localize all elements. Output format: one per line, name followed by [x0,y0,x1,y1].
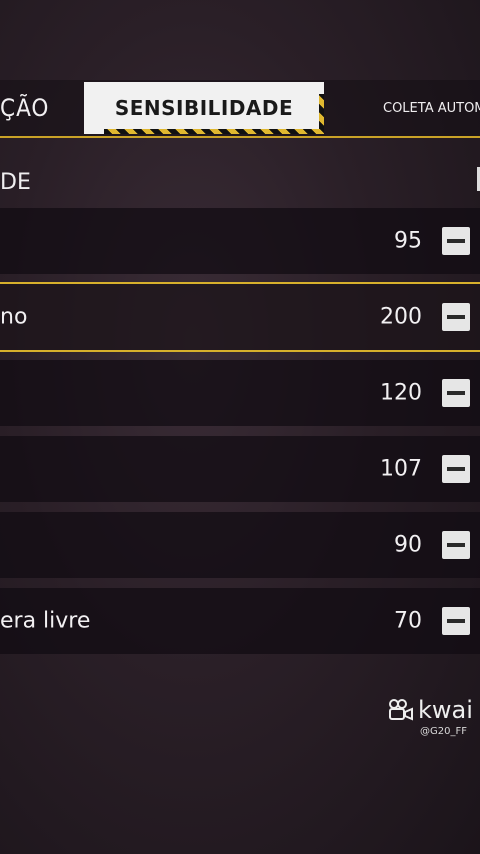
setting-row: era livre 70 [0,588,480,654]
setting-label: no [0,304,28,330]
setting-row-selected: no 200 [0,282,480,352]
minus-icon [447,467,465,471]
minus-icon [447,239,465,243]
decrease-button[interactable] [442,607,470,635]
tab-sensibilidade-label: SENSIBILIDADE [114,96,294,120]
tab-bar-underline [0,136,480,138]
tab-coleta-automatica[interactable]: COLETA AUTOMA [383,101,480,116]
tab-previous[interactable]: ÇÃO [0,94,49,122]
hazard-stripe-bottom [104,129,324,134]
setting-row: 107 [0,436,480,502]
setting-value: 120 [380,380,422,406]
minus-icon [447,543,465,547]
setting-row: 95 [0,208,480,274]
setting-value: 70 [394,608,422,634]
setting-row: 120 [0,360,480,426]
setting-row: 90 [0,512,480,578]
kwai-watermark: kwai [388,696,473,724]
section-title: DE [0,170,31,195]
minus-icon [447,391,465,395]
tab-sensibilidade[interactable]: SENSIBILIDADE [84,82,324,134]
decrease-button[interactable] [442,531,470,559]
kwai-logo-icon [389,699,413,721]
setting-value: 95 [394,228,422,254]
watermark-handle: @G20_FF [420,726,467,737]
kwai-brand-text: kwai [418,696,473,724]
setting-label: era livre [0,608,91,634]
minus-icon [447,619,465,623]
decrease-button[interactable] [442,303,470,331]
setting-value: 107 [380,456,422,482]
decrease-button[interactable] [442,455,470,483]
hazard-stripe-side [319,94,324,129]
minus-icon [447,315,465,319]
setting-value: 200 [380,304,422,330]
setting-value: 90 [394,532,422,558]
decrease-button[interactable] [442,227,470,255]
decrease-button[interactable] [442,379,470,407]
